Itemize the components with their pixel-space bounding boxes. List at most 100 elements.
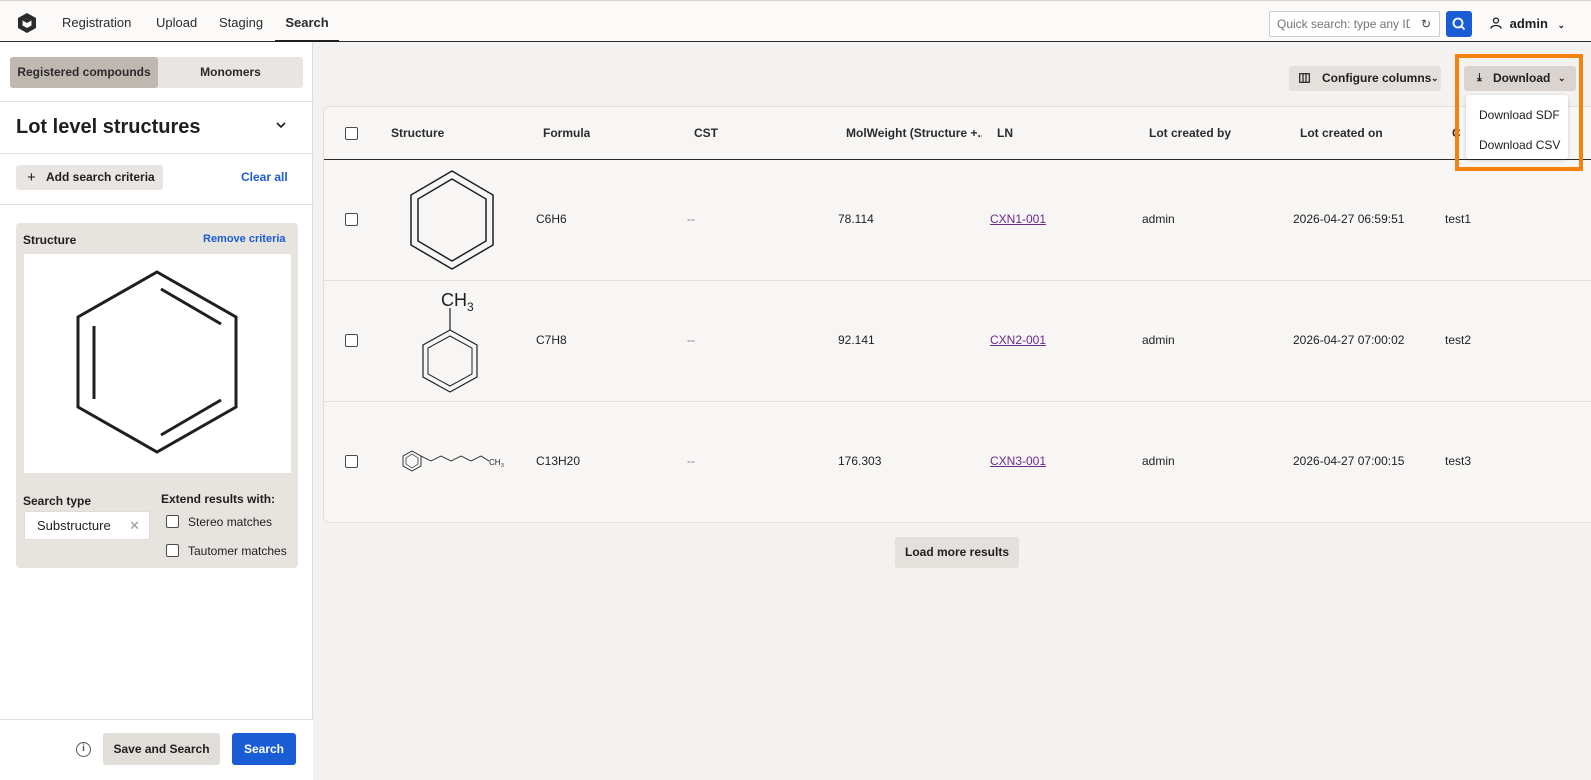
chain-methyl-subscript: 3 — [501, 463, 504, 469]
row-checkbox[interactable] — [345, 213, 358, 226]
cst-cell: -- — [687, 212, 695, 226]
select-all-checkbox[interactable] — [345, 127, 358, 140]
quick-search-input[interactable] — [1270, 12, 1410, 36]
ln-link[interactable]: CXN1-001 — [990, 212, 1046, 226]
created-by-cell: admin — [1142, 333, 1175, 347]
created-on-cell: 2026-04-27 07:00:15 — [1293, 454, 1405, 468]
search-criteria-panel: Registered compounds Monomers Lot level … — [0, 42, 313, 780]
formula-cell: C13H20 — [536, 454, 581, 468]
save-and-search-button[interactable]: Save and Search — [103, 733, 220, 765]
close-icon[interactable]: ✕ — [129, 512, 140, 539]
app-logo-icon[interactable] — [16, 12, 38, 34]
divider — [0, 204, 313, 205]
extend-results-label: Extend results with: — [161, 492, 276, 506]
top-nav-bar: Registration Upload Staging Search ↻ adm… — [0, 0, 1591, 42]
download-button[interactable]: ⤓ Download ⌄ — [1464, 66, 1576, 91]
benzene-icon — [410, 170, 494, 270]
download-menu: Download SDF Download CSV — [1466, 95, 1568, 159]
download-label: Download — [1493, 71, 1551, 85]
column-header-structure[interactable]: Structure — [391, 107, 444, 160]
search-type-select[interactable]: Substructure ✕ — [24, 511, 150, 540]
row-checkbox[interactable] — [345, 334, 358, 347]
panel-title: Lot level structures — [16, 116, 201, 138]
molweight-cell: 92.141 — [838, 333, 875, 347]
toluene-icon: CH 3 — [422, 290, 478, 393]
search-type-label: Search type — [23, 494, 92, 508]
tab-search[interactable]: Search — [275, 1, 339, 42]
cst-cell: -- — [687, 333, 695, 347]
table-row[interactable]: CH 3 C7H8 -- 92.141 CXN2-001 admin 2026-… — [324, 281, 1591, 402]
created-by-cell: admin — [1142, 212, 1175, 226]
extra-cell: test1 — [1445, 212, 1472, 226]
column-header-formula[interactable]: Formula — [543, 107, 590, 160]
chain-methyl-label: CH — [489, 458, 501, 467]
divider — [0, 153, 313, 154]
configure-columns-label: Configure columns — [1322, 71, 1432, 85]
menu-item-download-csv[interactable]: Download CSV — [1479, 138, 1560, 152]
remove-criteria-link[interactable]: Remove criteria — [203, 233, 286, 245]
column-header-lot-created-by[interactable]: Lot created by — [1149, 107, 1231, 160]
segment-registered-compounds[interactable]: Registered compounds — [10, 57, 158, 88]
structure-editor[interactable] — [24, 254, 291, 473]
tautomer-matches-label: Tautomer matches — [188, 544, 287, 558]
toluene-methyl-subscript: 3 — [467, 300, 474, 314]
column-header-molweight[interactable]: MolWeight (Structure +... — [846, 107, 982, 160]
quick-search-field[interactable]: ↻ — [1269, 11, 1440, 37]
stereo-matches-label: Stereo matches — [188, 515, 273, 529]
tab-registration[interactable]: Registration — [62, 1, 131, 42]
ln-link[interactable]: CXN3-001 — [990, 454, 1046, 468]
created-on-cell: 2026-04-27 06:59:51 — [1293, 212, 1405, 226]
results-table: Structure Formula CST MolWeight (Structu… — [323, 106, 1591, 523]
info-icon[interactable]: i — [76, 742, 91, 757]
search-button[interactable]: Search — [232, 733, 296, 765]
column-header-lot-created-on[interactable]: Lot created on — [1300, 107, 1383, 160]
segment-monomers[interactable]: Monomers — [158, 57, 303, 88]
add-search-criteria-label: Add search criteria — [46, 170, 155, 184]
plus-icon: + — [27, 169, 36, 186]
chevron-down-icon: ⌄ — [1558, 73, 1566, 83]
chevron-down-icon: ⌄ — [1431, 73, 1439, 83]
search-type-value: Substructure — [37, 518, 111, 533]
download-icon: ⤓ — [1477, 72, 1482, 84]
heptylbenzene-icon: CH 3 — [402, 450, 504, 472]
created-on-cell: 2026-04-27 07:00:02 — [1293, 333, 1405, 347]
search-icon — [1452, 17, 1466, 31]
column-header-ln[interactable]: LN — [997, 107, 1013, 160]
user-name: admin — [1509, 16, 1548, 31]
add-search-criteria-button[interactable]: + Add search criteria — [16, 165, 163, 190]
configure-columns-button[interactable]: Configure columns ⌄ — [1289, 66, 1441, 91]
compound-type-switch: Registered compounds Monomers — [10, 57, 303, 88]
chevron-down-icon: ⌄ — [1557, 20, 1566, 30]
ln-link[interactable]: CXN2-001 — [990, 333, 1046, 347]
criteria-title: Structure — [23, 233, 77, 247]
extra-cell: test3 — [1445, 454, 1472, 468]
extra-cell: test2 — [1445, 333, 1472, 347]
formula-cell: C6H6 — [536, 212, 567, 226]
table-row[interactable]: CH 3 C13H20 -- 176.303 CXN3-001 admin 20… — [324, 402, 1591, 522]
stereo-matches-checkbox[interactable] — [166, 515, 179, 528]
tab-upload[interactable]: Upload — [156, 1, 197, 42]
clear-all-link[interactable]: Clear all — [241, 170, 288, 184]
menu-item-download-sdf[interactable]: Download SDF — [1479, 108, 1560, 122]
cst-cell: -- — [687, 454, 695, 468]
column-header-cst[interactable]: CST — [694, 107, 718, 160]
columns-icon — [1299, 73, 1310, 83]
tab-staging[interactable]: Staging — [219, 1, 263, 42]
molweight-cell: 78.114 — [838, 212, 874, 226]
load-more-button[interactable]: Load more results — [895, 537, 1019, 568]
table-row[interactable]: C6H6 -- 78.114 CXN1-001 admin 2026-04-27… — [324, 160, 1591, 281]
user-menu[interactable]: admin ⌄ — [1490, 1, 1565, 43]
benzene-structure-icon — [76, 270, 238, 454]
molweight-cell: 176.303 — [838, 454, 882, 468]
column-header-c[interactable]: C — [1452, 107, 1462, 160]
panel-footer: i Save and Search Search — [0, 719, 313, 780]
row-checkbox[interactable] — [345, 455, 358, 468]
structure-search-icon[interactable]: ↻ — [1421, 17, 1431, 31]
table-header: Structure Formula CST MolWeight (Structu… — [324, 107, 1591, 160]
quick-search-button[interactable] — [1446, 11, 1472, 37]
tautomer-matches-checkbox[interactable] — [166, 544, 179, 557]
user-icon — [1490, 17, 1502, 29]
divider — [0, 101, 313, 102]
created-by-cell: admin — [1142, 454, 1175, 468]
chevron-down-icon[interactable] — [272, 116, 290, 134]
